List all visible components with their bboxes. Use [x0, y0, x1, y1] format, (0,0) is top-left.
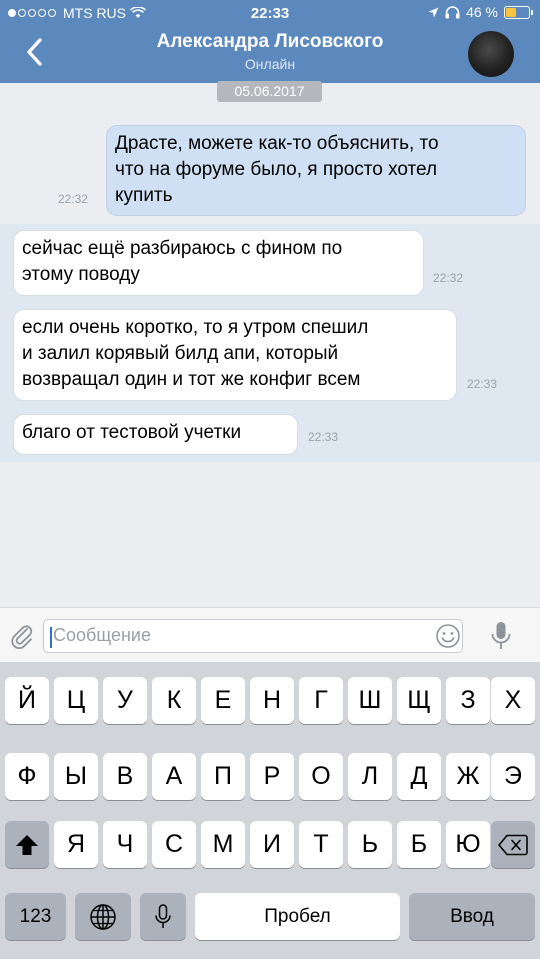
key[interactable]: Ю	[446, 821, 490, 868]
keyboard: Й Ц У К Е Н Г Ш Щ З Х Ф Ы В А П Р О Л Д …	[0, 662, 540, 959]
shift-key[interactable]	[5, 821, 49, 868]
message-line: сейчас ещё разбираюсь с фином по	[22, 238, 343, 259]
key[interactable]: Г	[299, 677, 343, 724]
key[interactable]: У	[103, 677, 147, 724]
message-bubble-incoming[interactable]: сейчас ещё разбираюсь с фином по этому п…	[13, 230, 424, 296]
text-caret	[50, 627, 52, 648]
contact-name: Александра Лисовского	[156, 31, 384, 52]
key[interactable]: Н	[250, 677, 294, 724]
chat-header: MTS RUS 22:33 46 % Александра Лисовского…	[0, 0, 540, 83]
globe-icon	[90, 904, 116, 931]
message-line: если очень коротко, то я утром спешил	[22, 317, 369, 338]
message-line: этому поводу	[22, 264, 140, 285]
key[interactable]: Щ	[397, 677, 441, 724]
key[interactable]: Б	[397, 821, 441, 868]
message-line: Драсте, можете как-то объяснить, то	[115, 133, 439, 154]
key[interactable]: Р	[250, 753, 294, 800]
key[interactable]: Ф	[5, 753, 49, 800]
status-bar: MTS RUS 22:33 46 %	[0, 0, 540, 26]
location-icon	[428, 7, 439, 17]
paperclip-icon[interactable]	[8, 622, 36, 650]
message-time: 22:32	[58, 192, 89, 206]
headphones-icon	[445, 5, 460, 18]
battery-icon	[504, 5, 533, 19]
key[interactable]: К	[152, 677, 196, 724]
battery-percent: 46 %	[466, 4, 498, 20]
microphone-icon	[155, 904, 171, 929]
space-key[interactable]: Пробел	[195, 893, 400, 940]
key[interactable]: Т	[299, 821, 343, 868]
key[interactable]: Я	[54, 821, 98, 868]
key[interactable]: Л	[348, 753, 392, 800]
emoji-icon[interactable]	[435, 623, 461, 649]
message-time: 22:33	[467, 377, 498, 391]
key[interactable]: Й	[5, 677, 49, 724]
message-time: 22:32	[433, 271, 464, 285]
key[interactable]: Ь	[348, 821, 392, 868]
message-line: возвращал один и тот же конфиг всем	[22, 369, 361, 390]
key[interactable]: Э	[491, 753, 535, 800]
shift-arrow-icon	[16, 835, 38, 856]
key[interactable]: Ш	[348, 677, 392, 724]
backspace-icon	[497, 835, 528, 856]
key[interactable]: М	[201, 821, 245, 868]
numbers-key[interactable]: 123	[5, 893, 66, 940]
date-badge: 05.06.2017	[217, 81, 322, 102]
dictation-key[interactable]	[140, 893, 186, 940]
message-time: 22:33	[308, 430, 339, 444]
avatar[interactable]	[468, 31, 514, 77]
key[interactable]: С	[152, 821, 196, 868]
key[interactable]: О	[299, 753, 343, 800]
message-line: и залил корявый билд апи, который	[22, 343, 339, 364]
key[interactable]: В	[103, 753, 147, 800]
message-line: благо от тестовой учетки	[22, 422, 242, 443]
key[interactable]: Ч	[103, 821, 147, 868]
chat-title[interactable]: Александра Лисовского Онлайн	[0, 31, 540, 72]
key[interactable]: П	[201, 753, 245, 800]
status-indicators: 46 %	[428, 4, 533, 20]
key[interactable]: И	[250, 821, 294, 868]
message-bubble-incoming[interactable]: если очень коротко, то я утром спешил и …	[13, 309, 457, 401]
message-line: купить	[115, 185, 173, 206]
message-input-placeholder: Сообщение	[53, 625, 151, 645]
key[interactable]: Е	[201, 677, 245, 724]
message-line: что на форуме было, я просто хотел	[115, 159, 438, 180]
key[interactable]: Ж	[446, 753, 490, 800]
backspace-key[interactable]	[491, 821, 535, 868]
key[interactable]: А	[152, 753, 196, 800]
key[interactable]: Х	[491, 677, 535, 724]
key[interactable]: Д	[397, 753, 441, 800]
key[interactable]: З	[446, 677, 490, 724]
globe-key[interactable]	[75, 893, 131, 940]
contact-status: Онлайн	[244, 56, 296, 72]
composer-bar: Сообщение	[0, 607, 540, 662]
message-bubble-incoming[interactable]: благо от тестовой учетки	[13, 414, 298, 455]
return-key[interactable]: Ввод	[409, 893, 535, 940]
microphone-icon[interactable]	[489, 620, 513, 652]
key[interactable]: Ы	[54, 753, 98, 800]
key[interactable]: Ц	[54, 677, 98, 724]
message-bubble-outgoing[interactable]: Драсте, можете как-то объяснить, то что …	[106, 125, 526, 216]
